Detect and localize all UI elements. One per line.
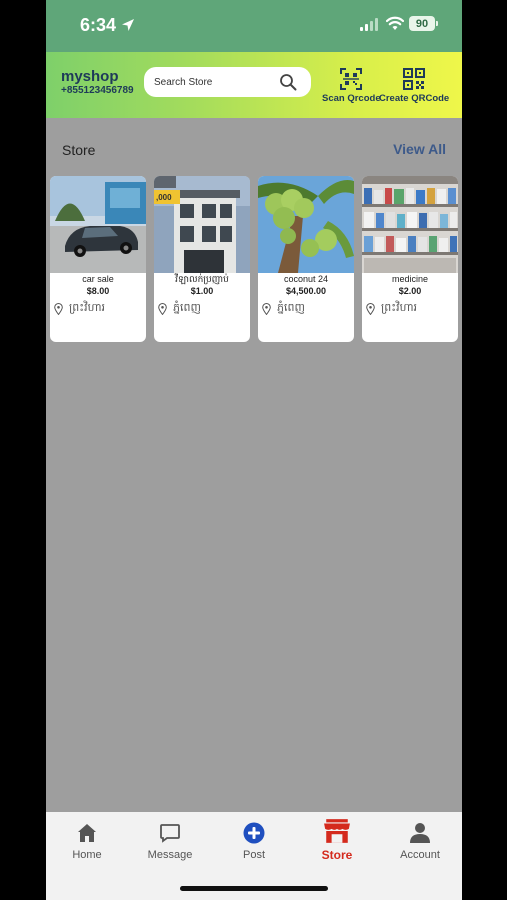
nav-account-label: Account [400, 849, 440, 861]
location-text: ភ្នំពេញ [173, 302, 201, 314]
nav-message-label: Message [147, 849, 193, 861]
app-header: myshop +855123456789 Scan Qrcode [46, 52, 462, 118]
store-price: $1.00 [190, 286, 214, 296]
store-location: ភ្នំពេញ [262, 301, 305, 317]
store-price: $2.00 [398, 286, 422, 296]
shop-phone: +855123456789 [61, 85, 134, 96]
store-location: ព្រះវិហារ [54, 301, 105, 317]
search-input[interactable] [154, 76, 284, 88]
location-pin-icon [262, 303, 271, 315]
location-text: ព្រះវិហារ [69, 302, 106, 314]
wifi-icon [386, 16, 404, 30]
message-icon [160, 824, 180, 843]
store-card[interactable]: ,000 វីឡាលក់ប្រញាប់ $1.00 ភ្នំពេញ [154, 176, 250, 342]
nav-home[interactable]: Home [52, 822, 122, 861]
qr-code-icon [403, 68, 426, 90]
location-pin-icon [54, 303, 63, 315]
pharmacy-shelf-photo [362, 176, 458, 273]
store-price: $8.00 [86, 286, 110, 296]
nav-account[interactable]: Account [385, 822, 455, 861]
store-title: medicine [391, 274, 429, 284]
nav-post-label: Post [242, 849, 265, 861]
svg-text:,000: ,000 [156, 193, 172, 202]
store-card[interactable]: medicine $2.00 ព្រះវិហារ [362, 176, 458, 342]
location-text: ភ្នំពេញ [277, 302, 305, 314]
nav-message[interactable]: Message [135, 822, 205, 861]
create-qrcode-label: Create QRCode [379, 93, 450, 104]
store-location: ភ្នំពេញ [158, 301, 201, 317]
shop-name[interactable]: myshop [61, 68, 119, 85]
location-arrow-icon [122, 19, 134, 31]
status-bar: 6:34 90 [46, 0, 462, 52]
nav-home-label: Home [72, 849, 102, 861]
section-title: Store [62, 142, 96, 158]
battery-indicator: 90 [409, 16, 438, 31]
nav-post[interactable]: Post [219, 822, 289, 861]
scan-qrcode-button[interactable]: Scan Qrcode [322, 68, 381, 104]
store-card[interactable]: car sale $8.00 ព្រះវិហារ [50, 176, 146, 342]
plus-circle-icon [243, 822, 265, 844]
bottom-nav: Home Message Post Store Account [46, 812, 462, 900]
house-photo: ,000 [154, 176, 250, 273]
nav-store-label: Store [321, 848, 353, 862]
store-title: car sale [82, 274, 114, 284]
store-title: coconut 24 [283, 274, 329, 284]
car-photo [50, 176, 146, 273]
store-icon [324, 819, 350, 843]
store-location: ព្រះវិហារ [366, 301, 417, 317]
view-all-link[interactable]: View All [393, 141, 446, 157]
home-indicator [180, 886, 328, 891]
scan-qrcode-label: Scan Qrcode [322, 93, 381, 104]
nav-store[interactable]: Store [302, 819, 372, 862]
signal-icon [360, 18, 378, 31]
location-pin-icon [158, 303, 167, 315]
create-qrcode-button[interactable]: Create QRCode [379, 68, 449, 104]
location-text: ព្រះវិហារ [381, 302, 418, 314]
search-icon[interactable] [279, 73, 297, 91]
location-pin-icon [366, 303, 375, 315]
store-card[interactable]: coconut 24 $4,500.00 ភ្នំពេញ [258, 176, 354, 342]
coconut-photo [258, 176, 354, 273]
home-icon [78, 824, 96, 842]
qr-scan-icon [340, 68, 363, 90]
search-box[interactable] [144, 67, 311, 97]
store-list: car sale $8.00 ព្រះវិហារ ,000 វីឡាលក់ប្រ… [50, 176, 458, 342]
phone-screen: 6:34 90 myshop +855123456789 Search Stor… [46, 0, 462, 900]
status-time: 6:34 [80, 15, 117, 35]
person-icon [410, 823, 430, 843]
store-price: $4,500.00 [285, 286, 327, 296]
